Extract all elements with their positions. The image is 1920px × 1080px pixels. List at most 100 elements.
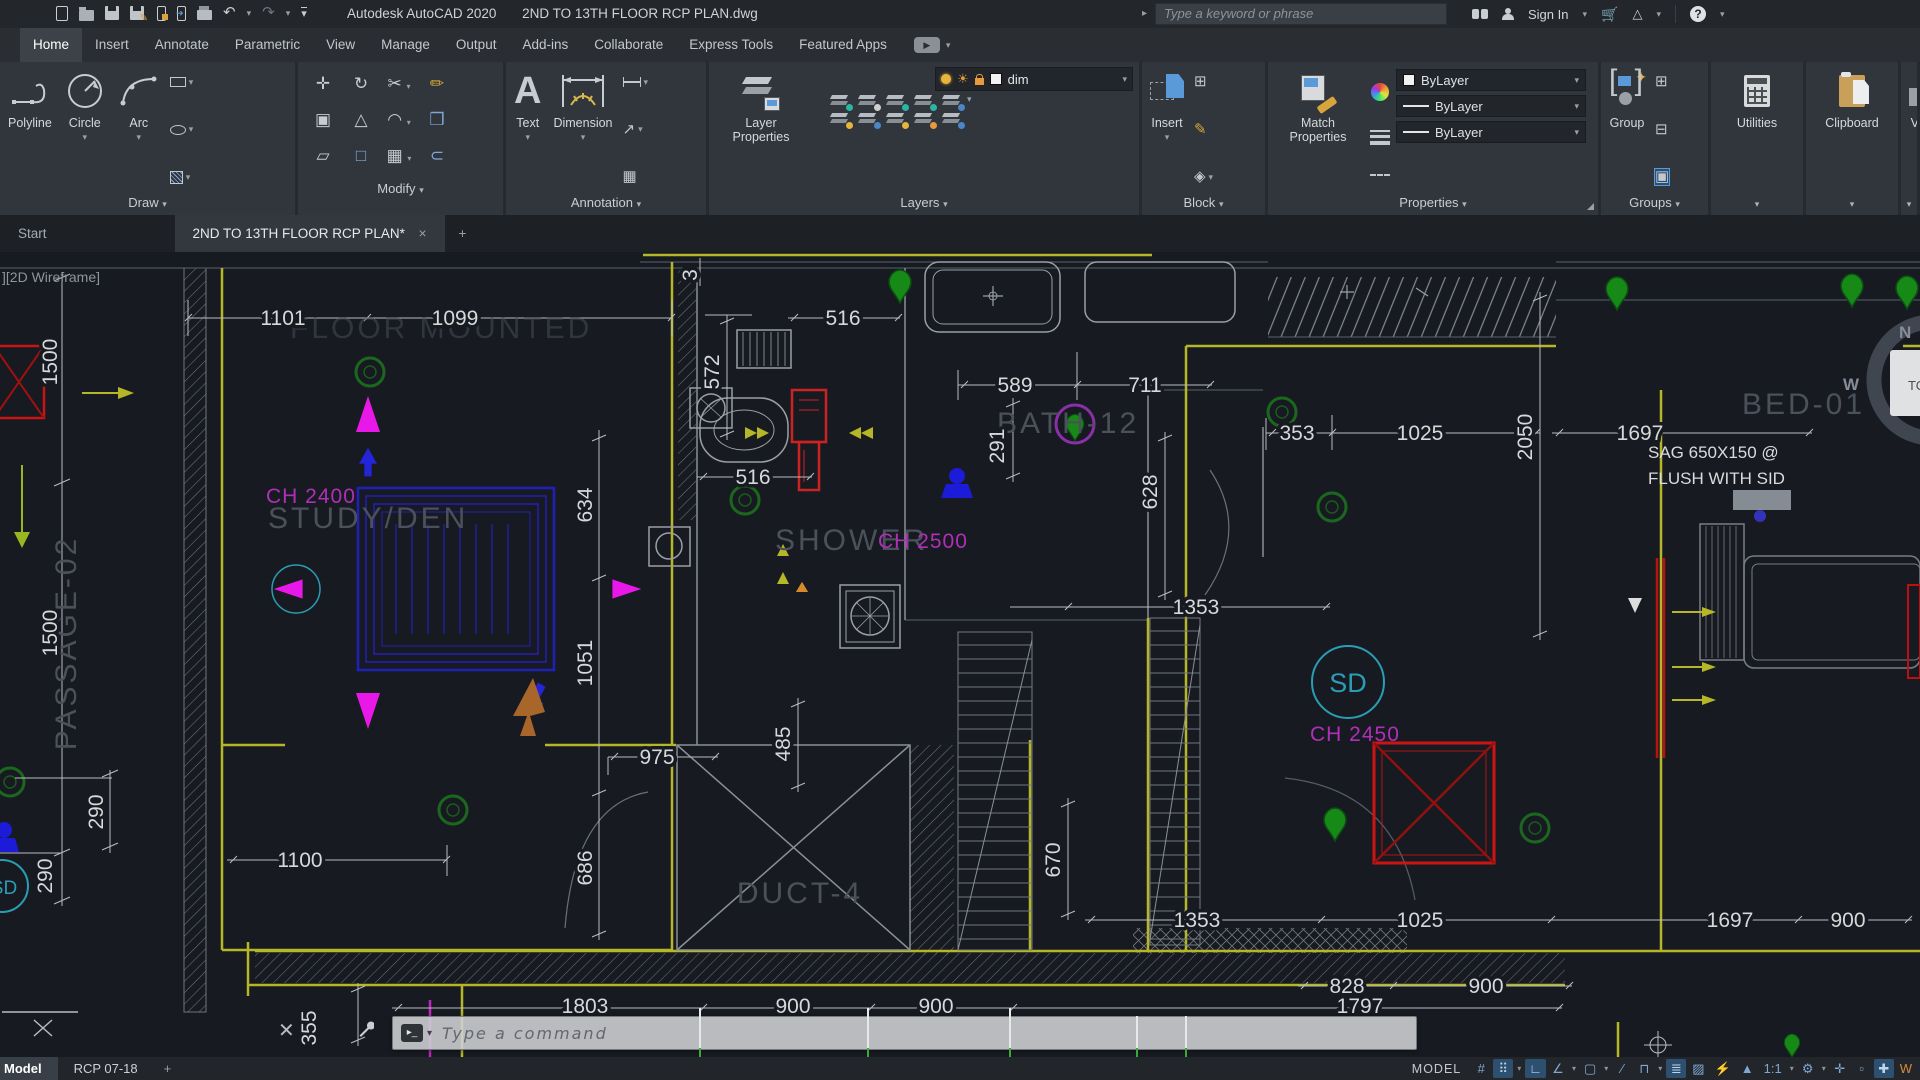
search-input[interactable]: Type a keyword or phrase: [1155, 3, 1447, 25]
layer-freeze-icon[interactable]: ☀: [957, 73, 969, 85]
redo-caret-icon[interactable]: ▾: [286, 8, 291, 19]
layer-delete-icon[interactable]: [943, 112, 963, 127]
polyline-button[interactable]: Polyline: [4, 67, 56, 192]
groups-panel-label[interactable]: Groups ▾: [1601, 192, 1708, 215]
linetype-dropdown[interactable]: ByLayer ▾: [1396, 121, 1586, 143]
rectangle-icon[interactable]: [170, 77, 186, 87]
rectangle-caret-icon[interactable]: ▾: [189, 77, 194, 88]
tab-output[interactable]: Output: [443, 28, 510, 62]
sign-in-caret-icon[interactable]: ▾: [1582, 9, 1587, 20]
draw-panel-label[interactable]: Draw ▾: [0, 192, 295, 215]
utilities-button[interactable]: Utilities: [1733, 67, 1781, 192]
block-editor-icon[interactable]: ◈: [1194, 169, 1206, 185]
layer-unlock-icon[interactable]: [915, 112, 935, 127]
new-drawing-tab-icon[interactable]: +: [445, 215, 481, 252]
color-wheel-icon[interactable]: [1371, 83, 1389, 101]
command-recent-caret-icon[interactable]: ▾: [427, 1028, 432, 1039]
tab-annotate[interactable]: Annotate: [142, 28, 222, 62]
osnap-icon[interactable]: ⊓: [1634, 1059, 1654, 1078]
linear-dim-icon[interactable]: [623, 77, 641, 87]
ortho-icon[interactable]: ∟: [1525, 1059, 1546, 1078]
copy-icon[interactable]: ▣: [315, 110, 331, 130]
search-binoculars-icon[interactable]: [1472, 9, 1488, 19]
tab-addins[interactable]: Add-ins: [509, 28, 581, 62]
workspace-icon[interactable]: ⚙: [1798, 1059, 1818, 1078]
polar-icon[interactable]: ∠: [1548, 1059, 1568, 1078]
explode-icon[interactable]: ❒: [429, 110, 444, 130]
arc-caret-icon[interactable]: ▾: [137, 130, 142, 144]
create-block-icon[interactable]: ⊞: [1194, 74, 1207, 90]
grid-icon[interactable]: #: [1471, 1059, 1491, 1078]
linetype-caret-icon[interactable]: ▾: [1574, 127, 1579, 138]
group-selection-icon[interactable]: ▣: [1655, 169, 1669, 185]
tab-insert[interactable]: Insert: [82, 28, 142, 62]
block-panel-label[interactable]: Block ▾: [1142, 192, 1265, 215]
hatch-caret-icon[interactable]: ▾: [186, 172, 191, 183]
dimension-button[interactable]: Dimension ▾: [549, 67, 616, 192]
lineweight-caret-icon[interactable]: ▾: [1574, 101, 1579, 112]
rotate-icon[interactable]: ↻: [354, 74, 368, 94]
command-input[interactable]: Type a command: [442, 1024, 608, 1043]
scale-icon[interactable]: □: [356, 146, 366, 166]
save-icon[interactable]: [105, 6, 119, 20]
tab-parametric[interactable]: Parametric: [222, 28, 313, 62]
trim-icon[interactable]: ✂ ▾: [388, 74, 411, 94]
tab-collaborate[interactable]: Collaborate: [581, 28, 676, 62]
fillet-icon[interactable]: ◠ ▾: [387, 110, 411, 130]
user-avatar-icon[interactable]: [1502, 8, 1514, 20]
tab-manage[interactable]: Manage: [368, 28, 443, 62]
isodraft-icon[interactable]: ▢: [1580, 1059, 1600, 1078]
tab-home[interactable]: Home: [20, 28, 82, 62]
tab-start[interactable]: Start: [0, 215, 65, 252]
dimension-caret-icon[interactable]: ▾: [581, 130, 586, 144]
tab-model[interactable]: Model: [0, 1057, 58, 1080]
ungroup-icon[interactable]: ⊞: [1655, 74, 1668, 90]
offset-icon[interactable]: ⊂: [430, 146, 444, 166]
properties-dialog-launcher-icon[interactable]: [1587, 203, 1594, 210]
match-properties-button[interactable]: Match Properties: [1272, 67, 1364, 192]
app-store-cart-icon[interactable]: 🛒: [1601, 6, 1618, 23]
snap-icon[interactable]: ⠿: [1493, 1059, 1513, 1078]
transparency-icon[interactable]: ▨: [1688, 1059, 1708, 1078]
new-file-icon[interactable]: [56, 6, 68, 21]
tab-featured-apps[interactable]: Featured Apps: [786, 28, 900, 62]
linetype-icon[interactable]: [1370, 174, 1390, 176]
help-caret-icon[interactable]: ▾: [1720, 9, 1725, 20]
model-space-label[interactable]: MODEL: [1412, 1062, 1461, 1076]
lineweight-dropdown[interactable]: ByLayer ▾: [1396, 95, 1586, 117]
layer-states-icon[interactable]: [943, 94, 963, 109]
autodesk-app-icon[interactable]: △: [1632, 6, 1642, 22]
properties-panel-label[interactable]: Properties ▾: [1268, 192, 1598, 215]
layer-on-icon[interactable]: [941, 74, 951, 84]
search-expand-icon[interactable]: ▸: [1142, 8, 1147, 19]
lineweight-icon[interactable]: ≣: [1666, 1059, 1686, 1078]
open-file-icon[interactable]: [79, 10, 94, 21]
utilities-panel-label[interactable]: ▾: [1711, 192, 1803, 215]
layer-lock-icon[interactable]: [975, 78, 984, 85]
layer-thaw-icon[interactable]: [887, 112, 907, 127]
customize-qat-icon[interactable]: ▾: [301, 7, 307, 19]
commandline-close-icon[interactable]: ✕: [278, 1018, 295, 1043]
group-button[interactable]: ✦ Group: [1605, 67, 1649, 192]
edit-attributes-icon[interactable]: ✎: [1194, 122, 1207, 138]
modify-panel-label[interactable]: Modify ▾: [298, 178, 503, 201]
color-caret-icon[interactable]: ▾: [1574, 75, 1579, 86]
graphics-performance-icon[interactable]: ✚: [1874, 1059, 1894, 1078]
sign-in-button[interactable]: Sign In: [1528, 7, 1568, 22]
scale-caret-icon[interactable]: ▾: [1788, 1059, 1796, 1078]
hatch-icon[interactable]: [170, 171, 183, 184]
linear-dim-caret-icon[interactable]: ▾: [644, 77, 649, 88]
plot-icon[interactable]: [197, 10, 212, 20]
mobile-transfer-icon[interactable]: [157, 6, 166, 21]
layer-isolate-icon[interactable]: [831, 94, 851, 109]
redo-icon[interactable]: ↷: [262, 5, 275, 21]
leader-caret-icon[interactable]: ▾: [638, 124, 643, 135]
view-button[interactable]: View: [1905, 67, 1917, 192]
layer-freeze-tool-icon[interactable]: [887, 94, 907, 109]
new-layout-icon[interactable]: +: [154, 1057, 182, 1080]
ellipse-caret-icon[interactable]: ▾: [189, 124, 194, 135]
save-as-icon[interactable]: [130, 6, 144, 20]
block-editor-caret-icon[interactable]: ▾: [1209, 172, 1214, 183]
isolate-objects-icon[interactable]: ▫: [1852, 1059, 1872, 1078]
undo-icon[interactable]: ↶: [223, 5, 236, 21]
